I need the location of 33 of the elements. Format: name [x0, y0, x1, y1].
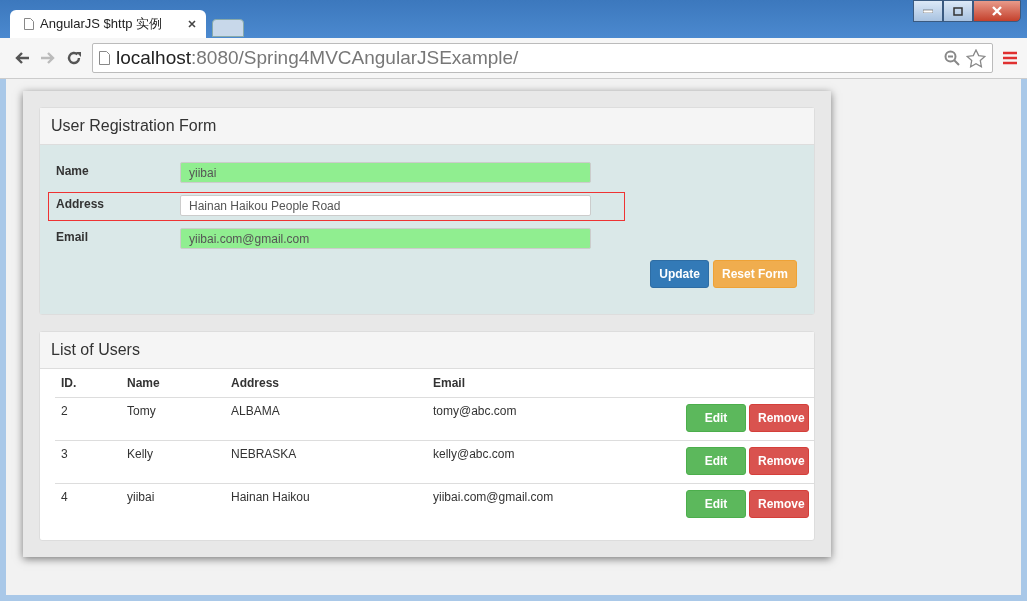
field-label: Name — [56, 163, 90, 178]
column-header: Email — [427, 369, 617, 398]
update-button[interactable]: Update — [650, 260, 709, 288]
table-cell: yiibai.com@gmail.com — [427, 483, 617, 526]
table-cell: kelly@abc.com — [427, 440, 617, 484]
table-cell: NEBRASKA — [225, 440, 427, 484]
table-cell: 4 — [55, 483, 121, 526]
input-field[interactable]: Hainan Haikou People Road — [180, 195, 591, 216]
field-label: Address — [56, 196, 106, 211]
browser-tab[interactable]: AngularJS $http 实例 — [10, 10, 206, 38]
address-bar[interactable]: localhost:8080/Spring4MVCAngularJSExample/ — [92, 43, 993, 73]
remove-button[interactable]: Remove — [749, 447, 809, 475]
edit-button[interactable]: Edit — [686, 490, 746, 518]
panel-title: User Registration Form — [40, 108, 814, 145]
table-cell: tomy@abc.com — [427, 397, 617, 441]
column-header: ID. — [55, 369, 121, 398]
remove-button[interactable]: Remove — [749, 404, 809, 432]
remove-button[interactable]: Remove — [749, 490, 809, 518]
field-label: Email — [56, 229, 89, 244]
table-cell: ALBAMA — [225, 397, 427, 441]
panel-title: List of Users — [40, 332, 814, 369]
table-cell: yiibai — [121, 483, 225, 526]
edit-button[interactable]: Edit — [686, 447, 746, 475]
input-field[interactable]: yiibai — [180, 162, 591, 183]
table-cell: 3 — [55, 440, 121, 484]
edit-button[interactable]: Edit — [686, 404, 746, 432]
input-field[interactable]: yiibai.com@gmail.com — [180, 228, 591, 249]
table-cell: 2 — [55, 397, 121, 441]
table-cell: Tomy — [121, 397, 225, 441]
table-cell: Hainan Haikou — [225, 483, 427, 526]
column-header: Name — [121, 369, 225, 398]
table-cell: Kelly — [121, 440, 225, 484]
column-header: Address — [225, 369, 427, 398]
